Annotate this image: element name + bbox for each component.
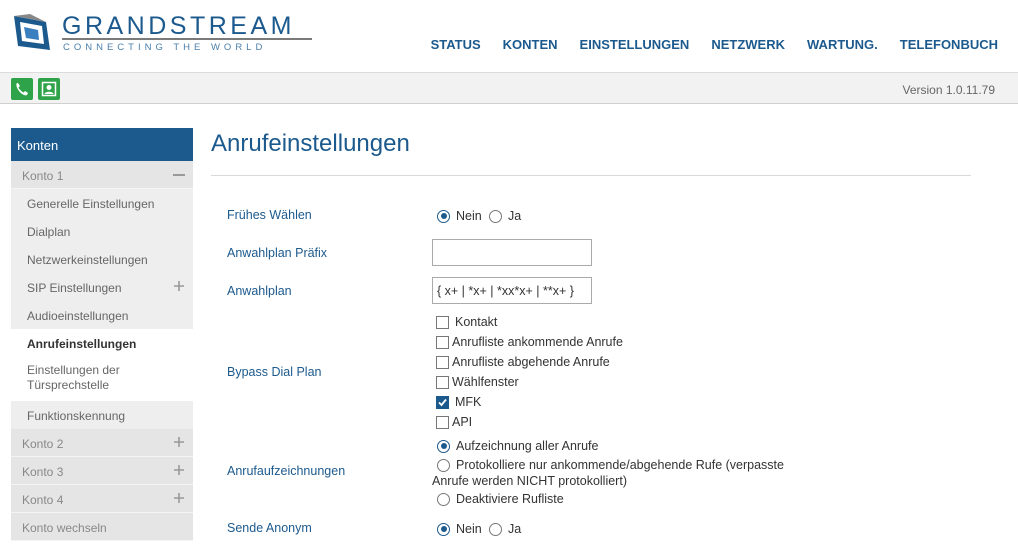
nav-telefonbuch[interactable]: TELEFONBUCH: [900, 37, 998, 52]
firmware-version: Version 1.0.11.79: [902, 83, 995, 97]
bypass-dial-plan-label: Bypass Dial Plan: [227, 365, 322, 379]
sidebar-item-generelle-einstellungen[interactable]: Generelle Einstellungen: [11, 189, 193, 217]
sidebar-item-dialplan[interactable]: Dialplan: [11, 217, 193, 245]
radio-label: Aufzeichnung aller Anrufe: [456, 439, 599, 453]
radio-selected-icon[interactable]: [437, 439, 450, 453]
sidebar-item-audioeinstellungen[interactable]: Audioeinstellungen: [11, 301, 193, 329]
sidebar-item-label: Konto 1: [22, 169, 64, 183]
brand-tagline: CONNECTING THE WORLD: [63, 42, 267, 53]
page-title: Anrufeinstellungen: [211, 130, 410, 157]
contact-icon[interactable]: [38, 78, 60, 100]
fruehes-waehlen-label: Frühes Wählen: [227, 208, 312, 222]
sidebar-item-konto-wechseln[interactable]: Konto wechseln: [11, 513, 193, 541]
sidebar-item-anrufeinstellungen[interactable]: Anrufeinstellungen: [11, 329, 193, 357]
sende-anonym-ja-radio[interactable]: Ja: [489, 522, 521, 536]
radio-unselected-icon[interactable]: [489, 209, 502, 223]
bypass-kontakt-checkbox[interactable]: Kontakt: [436, 315, 497, 329]
anrufaufzeichnungen-label: Anrufaufzeichnungen: [227, 464, 346, 478]
logo-swirl-icon: [14, 14, 50, 50]
sidebar-item-tuersprechstelle[interactable]: Einstellungen der Türsprechstelle: [11, 357, 141, 401]
bypass-api-checkbox[interactable]: API: [436, 415, 472, 429]
nav-konten[interactable]: KONTEN: [503, 37, 558, 52]
anwahlplan-label: Anwahlplan: [227, 284, 292, 298]
radio-unselected-icon[interactable]: [437, 458, 450, 472]
sidebar-item-label: Konto 4: [22, 493, 64, 507]
checkbox-checked-icon[interactable]: [436, 395, 449, 409]
checkbox-label: Anrufliste abgehende Anrufe: [452, 355, 610, 369]
anrufaufzeichnungen-protokoll-radio[interactable]: Protokolliere nur ankommende/abgehende R…: [437, 458, 784, 472]
anwahlplan-input[interactable]: [432, 277, 592, 304]
nav-netzwerk[interactable]: NETZWERK: [711, 37, 785, 52]
main-nav: STATUS KONTEN EINSTELLUNGEN NETZWERK WAR…: [431, 37, 998, 52]
sidebar-item-konto-4[interactable]: Konto 4: [11, 485, 193, 513]
sidebar-item-label: Konto wechseln: [22, 521, 107, 535]
title-divider: [211, 175, 971, 176]
header: GRANDSTREAM CONNECTING THE WORLD STATUS …: [0, 0, 1018, 72]
anrufaufzeichnungen-alle-radio[interactable]: Aufzeichnung aller Anrufe: [437, 439, 598, 453]
expand-icon[interactable]: [173, 436, 185, 448]
sidebar: Konten Konto 1 Generelle Einstellungen D…: [11, 128, 193, 541]
sidebar-item-label: Konto 2: [22, 437, 64, 451]
sidebar-item-netzwerkeinstellungen[interactable]: Netzwerkeinstellungen: [11, 245, 193, 273]
bypass-ankommende-checkbox[interactable]: Anrufliste ankommende Anrufe: [436, 335, 623, 349]
nav-status[interactable]: STATUS: [431, 37, 481, 52]
nav-einstellungen[interactable]: EINSTELLUNGEN: [580, 37, 690, 52]
sidebar-item-konto-2[interactable]: Konto 2: [11, 429, 193, 457]
grandstream-logo[interactable]: GRANDSTREAM CONNECTING THE WORLD: [10, 10, 320, 58]
sidebar-title[interactable]: Konten: [11, 128, 193, 161]
checkbox-icon[interactable]: [436, 355, 449, 369]
radio-unselected-icon[interactable]: [489, 522, 502, 536]
sidebar-item-sip-einstellungen[interactable]: SIP Einstellungen: [11, 273, 193, 301]
radio-unselected-icon[interactable]: [437, 492, 450, 506]
bypass-waehlfenster-checkbox[interactable]: Wählfenster: [436, 375, 519, 389]
radio-label: Nein: [456, 209, 482, 223]
radio-label: Ja: [508, 209, 522, 223]
checkbox-label: MFK: [455, 395, 482, 409]
radio-selected-icon[interactable]: [437, 522, 450, 536]
anwahlplan-praefix-label: Anwahlplan Präfix: [227, 246, 328, 260]
checkbox-label: Wählfenster: [452, 375, 519, 389]
bypass-abgehende-checkbox[interactable]: Anrufliste abgehende Anrufe: [436, 355, 610, 369]
radio-label: Ja: [508, 522, 522, 536]
bypass-mfk-checkbox[interactable]: MFK: [436, 395, 481, 409]
phone-icon[interactable]: [11, 78, 33, 100]
checkbox-icon[interactable]: [436, 315, 449, 329]
sende-anonym-label: Sende Anonym: [227, 521, 312, 535]
sidebar-item-label: SIP Einstellungen: [27, 281, 122, 295]
collapse-icon[interactable]: [173, 174, 185, 176]
expand-icon[interactable]: [173, 492, 185, 504]
checkbox-icon[interactable]: [436, 415, 449, 429]
radio-label: Nein: [456, 522, 482, 536]
radio-label: Protokolliere nur ankommende/abgehende R…: [456, 458, 784, 472]
anrufaufzeichnungen-protokoll-continued: Anrufe werden NICHT protokolliert): [432, 474, 627, 488]
sidebar-item-konto-3[interactable]: Konto 3: [11, 457, 193, 485]
checkbox-label: API: [452, 415, 473, 429]
radio-selected-icon[interactable]: [437, 209, 450, 223]
anrufaufzeichnungen-deaktiviere-radio[interactable]: Deaktiviere Rufliste: [437, 492, 564, 506]
nav-wartung[interactable]: WARTUNG.: [807, 37, 878, 52]
toolbar-strip: Version 1.0.11.79: [0, 72, 1018, 104]
expand-icon[interactable]: [173, 464, 185, 476]
sidebar-item-label: Konto 3: [22, 465, 64, 479]
expand-icon[interactable]: [173, 280, 185, 292]
sende-anonym-nein-radio[interactable]: Nein: [437, 522, 482, 536]
radio-label: Deaktiviere Rufliste: [456, 492, 564, 506]
checkbox-icon[interactable]: [436, 335, 449, 349]
logo-divider: [62, 38, 312, 40]
fruehes-waehlen-nein-radio[interactable]: Nein: [437, 209, 482, 223]
fruehes-waehlen-ja-radio[interactable]: Ja: [489, 209, 521, 223]
checkbox-icon[interactable]: [436, 375, 449, 389]
anwahlplan-praefix-input[interactable]: [432, 239, 592, 266]
sidebar-item-funktionskennung[interactable]: Funktionskennung: [11, 401, 193, 429]
checkbox-label: Anrufliste ankommende Anrufe: [452, 335, 623, 349]
checkbox-label: Kontakt: [455, 315, 498, 329]
brand-name: GRANDSTREAM: [62, 12, 295, 40]
sidebar-item-konto-1[interactable]: Konto 1: [11, 161, 193, 189]
